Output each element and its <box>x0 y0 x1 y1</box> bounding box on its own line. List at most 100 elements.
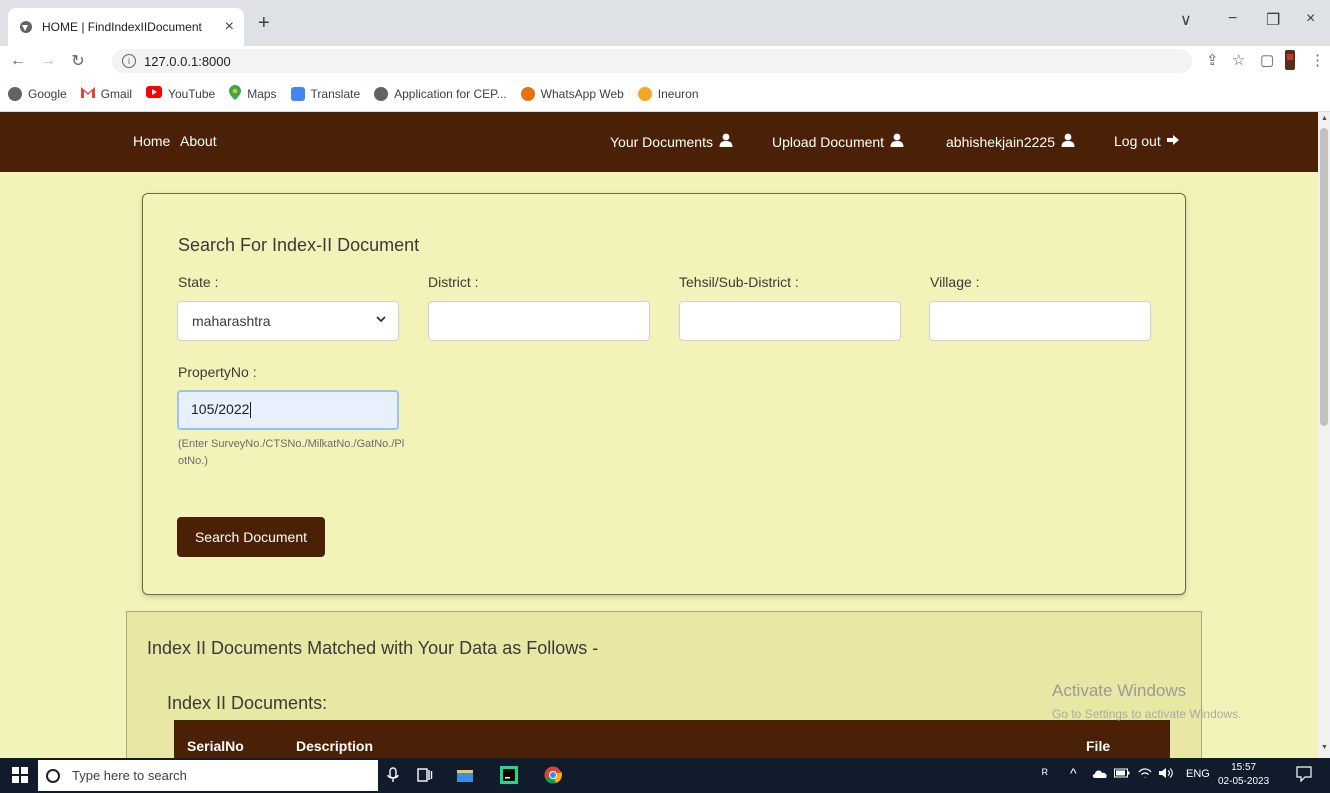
onedrive-icon[interactable] <box>1092 768 1108 781</box>
district-label: District : <box>428 274 479 290</box>
bookmark-application-for-cep[interactable]: Application for CEP... <box>374 86 507 101</box>
state-select[interactable]: maharashtra <box>177 301 399 341</box>
notification-icon[interactable] <box>1296 766 1312 785</box>
property-no-input[interactable]: 105/2022 <box>177 390 399 430</box>
nav-username-link[interactable]: abhishekjain2225 <box>946 133 1075 150</box>
page-scrollbar[interactable]: ▲ ▼ <box>1318 112 1330 758</box>
globe-icon <box>18 19 34 35</box>
search-form-card: Search For Index-II Document State : Dis… <box>142 193 1186 595</box>
results-table-header: SerialNo Description File <box>174 720 1170 758</box>
taskbar-search-placeholder: Type here to search <box>72 768 187 783</box>
taskbar-clock[interactable]: 15:57 02-05-2023 <box>1218 761 1269 789</box>
nav-upload-document-link[interactable]: Upload Document <box>772 133 904 150</box>
forward-icon[interactable]: → <box>36 52 60 70</box>
pycharm-icon[interactable] <box>500 766 518 784</box>
side-panel-icon[interactable]: ▢ <box>1260 51 1274 69</box>
bookmark-youtube[interactable]: YouTube <box>146 86 215 101</box>
youtube-icon <box>146 86 163 101</box>
share-icon[interactable]: ⇪ <box>1206 51 1219 69</box>
property-no-label: PropertyNo : <box>178 364 257 380</box>
nav-your-documents-link[interactable]: Your Documents <box>610 133 733 150</box>
column-header-file: File <box>1086 738 1111 754</box>
profile-avatar[interactable] <box>1284 50 1296 74</box>
omnibox[interactable]: i 127.0.0.1:8000 <box>112 49 1192 73</box>
windows-start-icon[interactable] <box>12 767 28 783</box>
task-view-icon[interactable] <box>416 766 434 784</box>
bookmark-maps[interactable]: Maps <box>229 84 277 103</box>
file-explorer-icon[interactable] <box>456 766 474 784</box>
tab-search-icon[interactable]: ∨ <box>1180 10 1192 30</box>
taskbar-search-box[interactable]: Type here to search <box>38 760 378 791</box>
property-no-hint: (Enter SurveyNo./CTSNo./MilkatNo./GatNo.… <box>178 438 405 467</box>
browser-tab-bar: HOME | FindIndexIIDocument × + ∨ − ❐ × <box>0 0 1330 46</box>
column-header-serialno: SerialNo <box>187 738 244 754</box>
bookmark-google[interactable]: Google <box>8 86 67 101</box>
site-info-icon[interactable]: i <box>122 54 136 68</box>
village-input[interactable] <box>929 301 1151 341</box>
bookmark-star-icon[interactable]: ☆ <box>1232 51 1245 69</box>
ineuron-icon <box>637 86 652 101</box>
chrome-icon[interactable] <box>544 766 563 784</box>
microphone-icon[interactable] <box>384 766 402 784</box>
new-tab-button[interactable]: + <box>258 12 270 35</box>
nav-logout-link[interactable]: Log out <box>1114 133 1180 149</box>
tab-close-icon[interactable]: × <box>225 18 234 36</box>
wifi-icon[interactable] <box>1138 767 1152 782</box>
gmail-icon <box>80 86 95 101</box>
tehsil-input[interactable] <box>679 301 901 341</box>
whatsapp-icon <box>520 86 535 101</box>
bookmark-whatsapp-web[interactable]: WhatsApp Web <box>520 86 624 101</box>
search-form-title: Search For Index-II Document <box>178 235 420 255</box>
nav-about-link[interactable]: About <box>180 133 217 149</box>
village-label: Village : <box>930 274 980 290</box>
address-bar: ← → ↻ i 127.0.0.1:8000 ⇪ ☆ ▢ ⋮ <box>0 46 1330 76</box>
globe-icon <box>374 86 389 101</box>
reload-icon[interactable]: ↻ <box>66 51 90 71</box>
column-header-description: Description <box>296 738 374 754</box>
battery-icon[interactable] <box>1114 768 1130 781</box>
page-viewport: Home About Your Documents Upload Documen… <box>0 112 1318 758</box>
scroll-up-arrow-icon[interactable]: ▲ <box>1321 115 1328 122</box>
globe-icon <box>8 86 22 101</box>
bookmarks-bar: Google Gmail YouTube Maps Translate Appl… <box>0 76 1330 112</box>
user-icon <box>719 133 733 150</box>
people-icon[interactable]: ᴿ <box>1042 766 1048 781</box>
text-caret <box>250 402 252 419</box>
chevron-down-icon <box>376 314 386 326</box>
results-title: Index II Documents Matched with Your Dat… <box>147 638 599 658</box>
scroll-down-arrow-icon[interactable]: ▼ <box>1321 744 1328 751</box>
state-select-value: maharashtra <box>192 313 271 329</box>
user-icon <box>890 133 904 150</box>
cortana-icon <box>46 768 60 783</box>
results-subtitle: Index II Documents: <box>167 693 328 713</box>
language-indicator[interactable]: ENG <box>1186 768 1210 780</box>
maps-icon <box>229 84 242 103</box>
translate-icon <box>290 86 305 101</box>
windows-taskbar: Type here to search ᴿ ^ ENG 15:57 02-05-… <box>0 758 1330 793</box>
district-input[interactable] <box>428 301 650 341</box>
bookmark-ineuron[interactable]: Ineuron <box>637 86 699 101</box>
activate-windows-title: Activate Windows <box>1052 681 1187 700</box>
user-icon <box>1061 133 1075 150</box>
search-document-button[interactable]: Search Document <box>177 517 325 557</box>
browser-tab[interactable]: HOME | FindIndexIIDocument × <box>8 8 244 46</box>
activate-windows-subtitle: Go to Settings to activate Windows. <box>1052 707 1242 721</box>
clock-date: 02-05-2023 <box>1218 776 1270 787</box>
state-label: State : <box>178 274 219 290</box>
url-text: 127.0.0.1:8000 <box>144 53 231 69</box>
tehsil-label: Tehsil/Sub-District : <box>679 274 799 290</box>
scrollbar-thumb[interactable] <box>1320 128 1328 426</box>
bookmark-translate[interactable]: Translate <box>290 86 360 101</box>
bookmark-gmail[interactable]: Gmail <box>80 86 132 101</box>
restore-icon[interactable]: ❐ <box>1266 10 1280 30</box>
property-no-value: 105/2022 <box>191 401 250 417</box>
close-window-icon[interactable]: × <box>1306 10 1315 28</box>
volume-icon[interactable] <box>1158 767 1174 782</box>
menu-dots-icon[interactable]: ⋮ <box>1310 51 1325 69</box>
nav-home-link[interactable]: Home <box>133 133 170 149</box>
results-panel: Index II Documents Matched with Your Dat… <box>126 611 1202 758</box>
minimize-icon[interactable]: − <box>1228 10 1237 28</box>
back-icon[interactable]: ← <box>6 52 30 70</box>
tray-expand-icon[interactable]: ^ <box>1070 765 1077 781</box>
logout-icon <box>1166 133 1180 149</box>
